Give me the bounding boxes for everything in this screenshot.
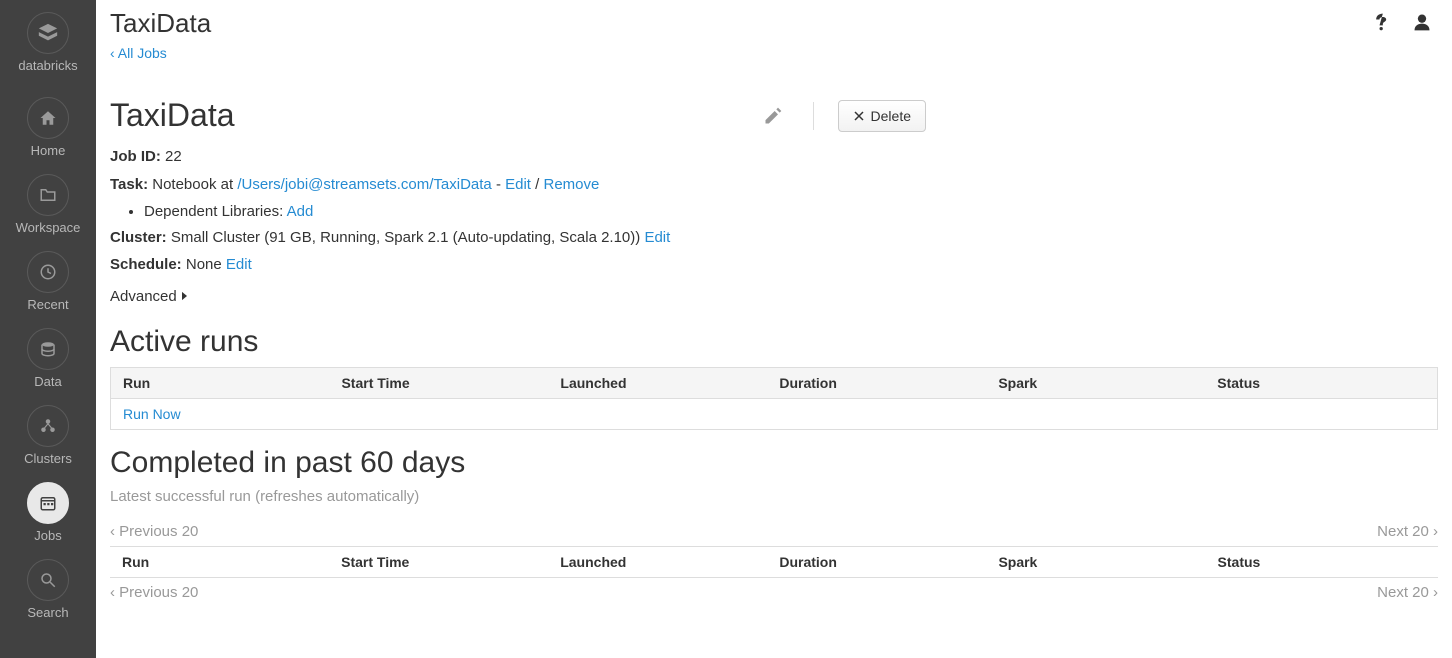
- help-icon[interactable]: [1372, 12, 1392, 35]
- task-slash: /: [531, 176, 544, 193]
- col-launched: Launched: [548, 368, 767, 399]
- cluster-edit-link[interactable]: Edit: [644, 229, 670, 246]
- sidebar-item-recent[interactable]: Recent: [27, 251, 69, 312]
- cluster-value: Small Cluster (91 GB, Running, Spark 2.1…: [171, 229, 640, 246]
- delete-button[interactable]: Delete: [838, 100, 926, 132]
- job-header: TaxiData Delete: [110, 97, 1438, 134]
- col-spark: Spark: [986, 368, 1205, 399]
- sidebar: databricks Home Workspace Recent Data: [0, 0, 96, 658]
- sidebar-item-label: Clusters: [24, 451, 72, 466]
- col-run: Run: [110, 547, 329, 578]
- sidebar-item-label: Recent: [27, 297, 68, 312]
- col-start: Start Time: [329, 368, 548, 399]
- task-prefix: Notebook at: [152, 176, 237, 193]
- job-title: TaxiData: [110, 97, 235, 134]
- col-launched: Launched: [548, 547, 767, 578]
- job-meta: Job ID: 22 Task: Notebook at /Users/jobi…: [110, 144, 1438, 309]
- sidebar-item-label: Data: [34, 374, 61, 389]
- task-remove-link[interactable]: Remove: [544, 176, 600, 193]
- col-duration: Duration: [767, 547, 986, 578]
- completed-runs-heading: Completed in past 60 days: [110, 446, 1438, 480]
- all-jobs-link[interactable]: ‹ All Jobs: [110, 45, 167, 61]
- schedule-value: None: [186, 256, 222, 273]
- job-id-label: Job ID:: [110, 148, 161, 165]
- calendar-icon: [27, 482, 69, 524]
- dep-lib-add-link[interactable]: Add: [287, 203, 314, 220]
- sidebar-brand[interactable]: databricks: [18, 12, 77, 73]
- databricks-logo-icon: [27, 12, 69, 54]
- edit-job-name-button[interactable]: [757, 100, 789, 132]
- completed-runs-table: Run Start Time Launched Duration Spark S…: [110, 546, 1438, 578]
- sidebar-item-search[interactable]: Search: [27, 559, 69, 620]
- breadcrumb-title: TaxiData: [110, 8, 211, 39]
- active-runs-table: Run Start Time Launched Duration Spark S…: [110, 367, 1438, 430]
- sidebar-item-label: Jobs: [34, 528, 61, 543]
- active-runs-heading: Active runs: [110, 325, 1438, 359]
- dep-lib-label: Dependent Libraries:: [144, 203, 287, 220]
- task-edit-link[interactable]: Edit: [505, 176, 531, 193]
- next-page-bottom[interactable]: Next 20 ›: [1377, 584, 1438, 601]
- chevron-right-icon: [181, 291, 188, 301]
- advanced-label: Advanced: [110, 284, 177, 310]
- col-status: Status: [1206, 547, 1438, 578]
- close-icon: [853, 110, 865, 122]
- pager-bottom: ‹ Previous 20 Next 20 ›: [110, 584, 1438, 601]
- pager-top: ‹ Previous 20 Next 20 ›: [110, 523, 1438, 540]
- clock-icon: [27, 251, 69, 293]
- folder-icon: [27, 174, 69, 216]
- job-id-value: 22: [165, 148, 182, 165]
- delete-button-label: Delete: [871, 108, 911, 124]
- brand-label: databricks: [18, 58, 77, 73]
- next-page-top[interactable]: Next 20 ›: [1377, 523, 1438, 540]
- sidebar-item-jobs[interactable]: Jobs: [27, 482, 69, 543]
- sidebar-item-label: Home: [31, 143, 66, 158]
- prev-page-bottom[interactable]: ‹ Previous 20: [110, 584, 198, 601]
- schedule-label: Schedule:: [110, 256, 182, 273]
- col-start: Start Time: [329, 547, 548, 578]
- sidebar-item-data[interactable]: Data: [27, 328, 69, 389]
- user-icon[interactable]: [1412, 12, 1432, 35]
- clusters-icon: [27, 405, 69, 447]
- col-duration: Duration: [767, 368, 986, 399]
- advanced-toggle[interactable]: Advanced: [110, 284, 188, 310]
- task-sep: -: [492, 176, 505, 193]
- topbar: TaxiData: [110, 8, 1438, 39]
- col-status: Status: [1205, 368, 1437, 399]
- cluster-label: Cluster:: [110, 229, 167, 246]
- task-label: Task:: [110, 176, 148, 193]
- sidebar-item-workspace[interactable]: Workspace: [16, 174, 81, 235]
- divider: [813, 102, 814, 130]
- col-spark: Spark: [986, 547, 1205, 578]
- completed-subtext: Latest successful run (refreshes automat…: [110, 488, 1438, 505]
- search-icon: [27, 559, 69, 601]
- sidebar-item-home[interactable]: Home: [27, 97, 69, 158]
- sidebar-item-clusters[interactable]: Clusters: [24, 405, 72, 466]
- prev-page-top[interactable]: ‹ Previous 20: [110, 523, 198, 540]
- task-path-link[interactable]: /Users/jobi@streamsets.com/TaxiData: [237, 176, 491, 193]
- pencil-icon: [763, 106, 783, 126]
- col-run: Run: [111, 368, 330, 399]
- run-now-link[interactable]: Run Now: [123, 406, 181, 422]
- database-icon: [27, 328, 69, 370]
- sidebar-item-label: Workspace: [16, 220, 81, 235]
- home-icon: [27, 97, 69, 139]
- schedule-edit-link[interactable]: Edit: [226, 256, 252, 273]
- main-content: TaxiData ‹ All Jobs TaxiData Delete: [96, 0, 1452, 658]
- sidebar-item-label: Search: [27, 605, 68, 620]
- table-row: Run Now: [111, 399, 1438, 430]
